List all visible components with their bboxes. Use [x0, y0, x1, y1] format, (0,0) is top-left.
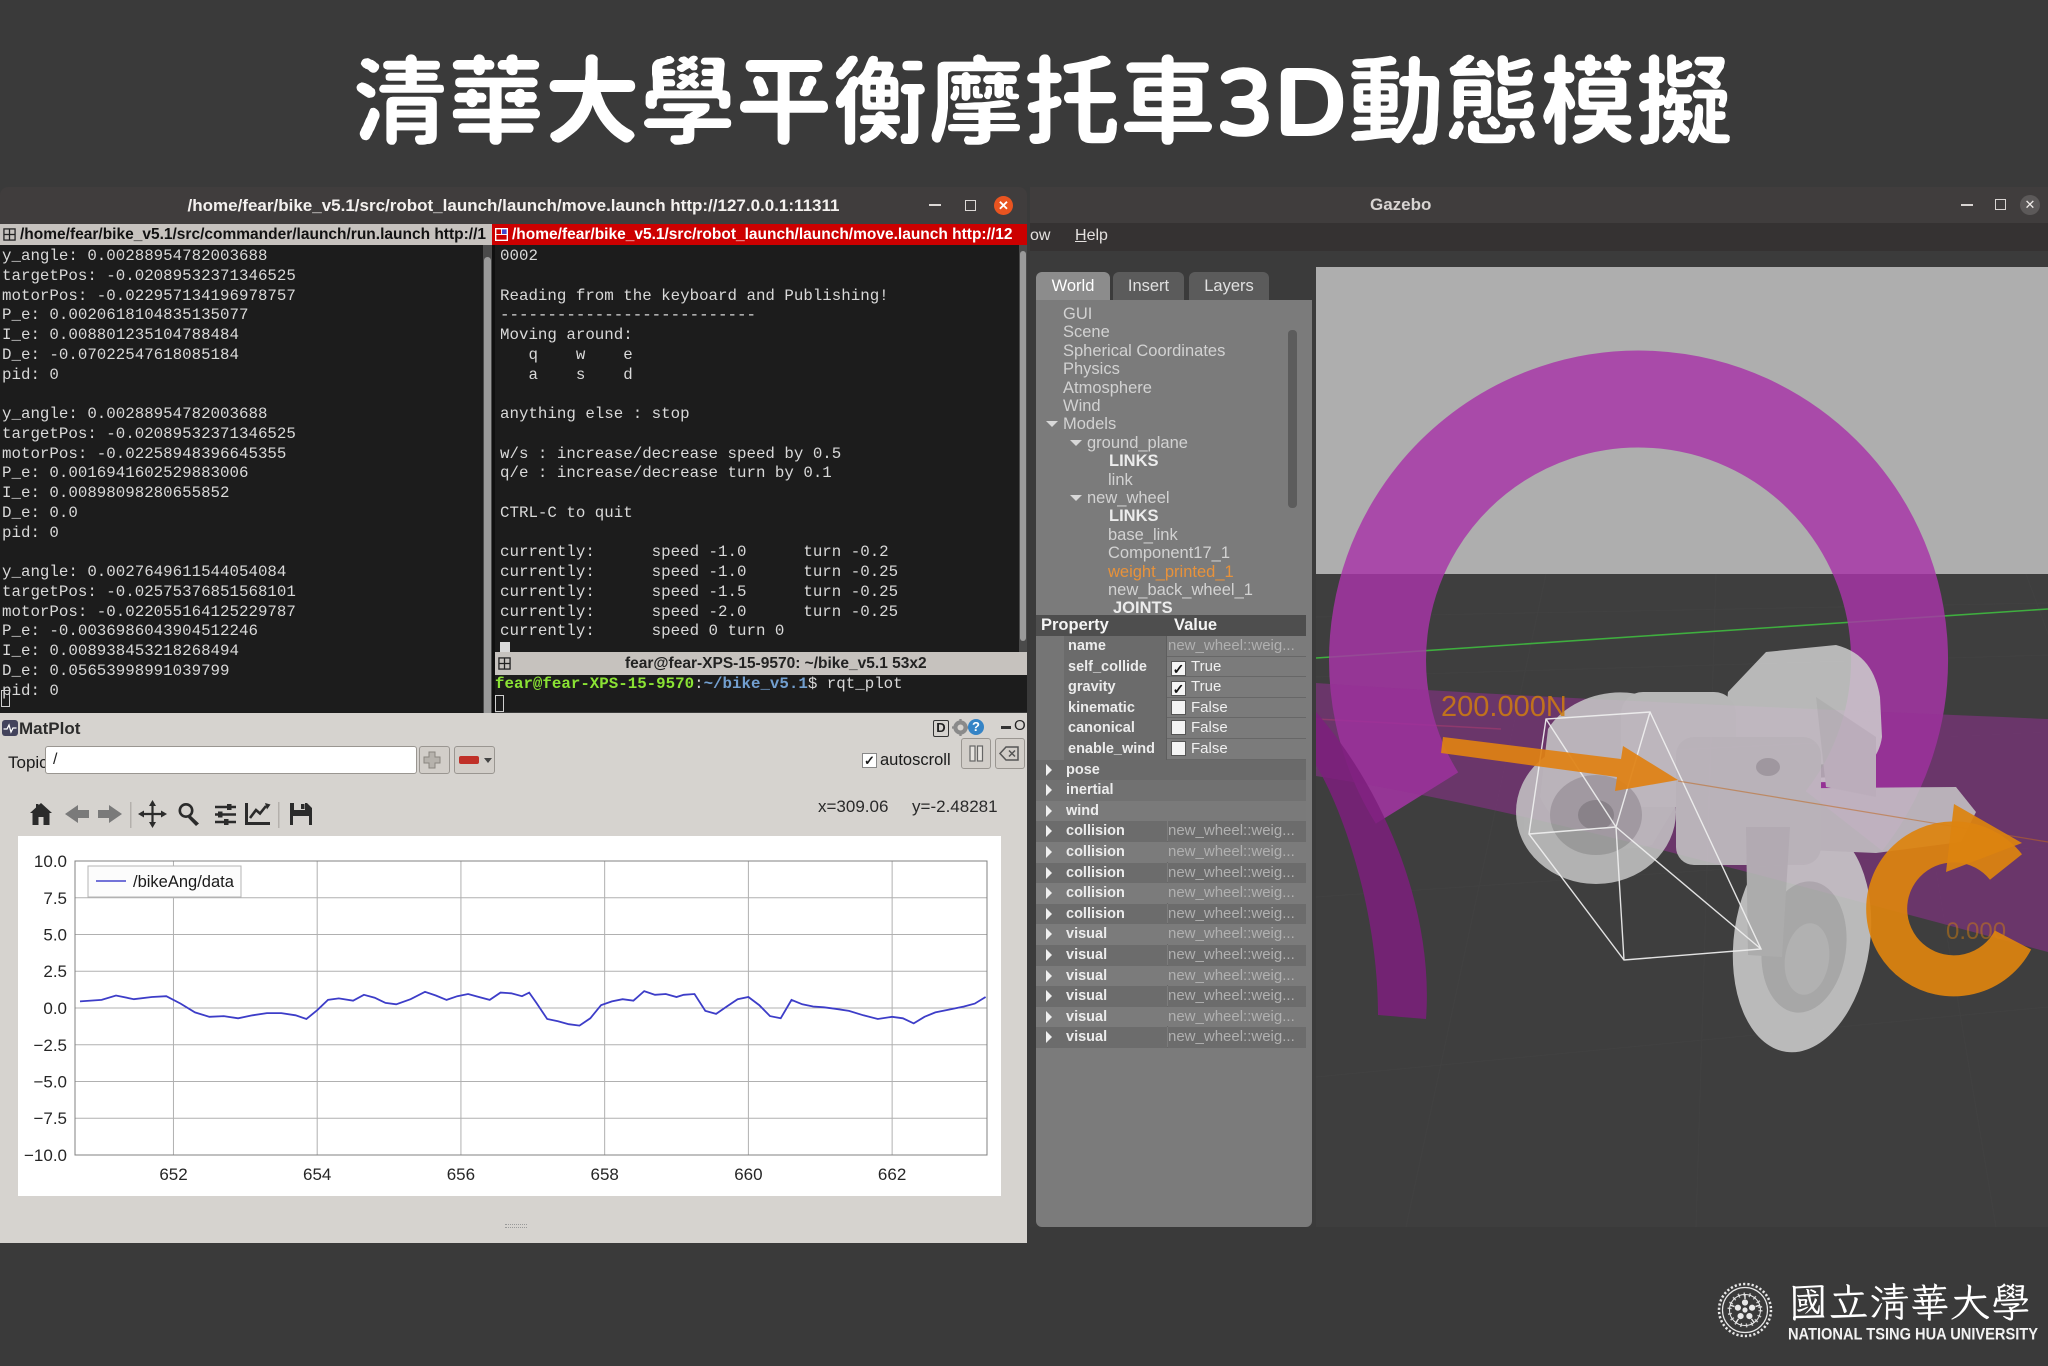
- svg-text:0.0: 0.0: [43, 999, 67, 1018]
- svg-text:−2.5: −2.5: [33, 1036, 67, 1055]
- svg-text:7.5: 7.5: [43, 889, 67, 908]
- svg-text:652: 652: [159, 1165, 187, 1184]
- svg-text:−10.0: −10.0: [24, 1146, 67, 1165]
- svg-text:NATIONAL TSING HUA UNIVERSITY: NATIONAL TSING HUA UNIVERSITY: [1788, 1325, 2038, 1344]
- svg-text:/bikeAng/data: /bikeAng/data: [133, 873, 235, 891]
- svg-text:2.5: 2.5: [43, 962, 67, 981]
- svg-text:654: 654: [303, 1165, 331, 1184]
- svg-text:660: 660: [734, 1165, 762, 1184]
- svg-text:−5.0: −5.0: [33, 1073, 67, 1092]
- svg-text:5.0: 5.0: [43, 926, 67, 945]
- svg-text:200.000N: 200.000N: [1441, 691, 1567, 723]
- svg-text:662: 662: [878, 1165, 906, 1184]
- svg-text:10.0: 10.0: [34, 852, 67, 871]
- svg-text:658: 658: [591, 1165, 619, 1184]
- svg-text:−7.5: −7.5: [33, 1109, 67, 1128]
- svg-text:656: 656: [447, 1165, 475, 1184]
